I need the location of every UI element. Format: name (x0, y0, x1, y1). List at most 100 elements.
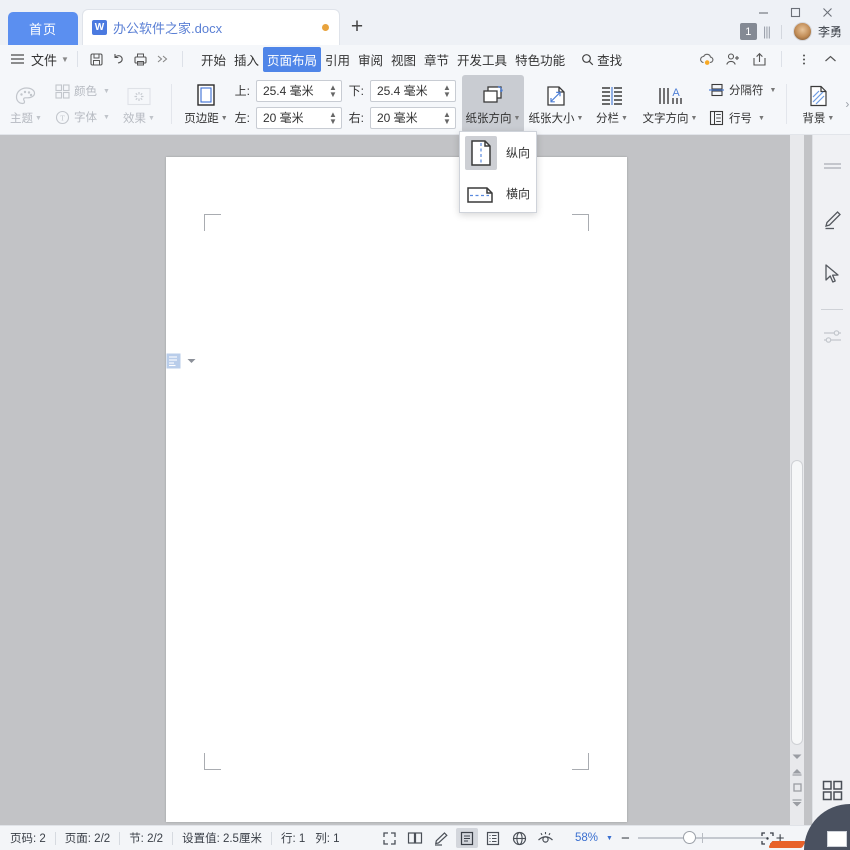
cloud-sync-icon[interactable] (695, 48, 719, 70)
ribbon-tab-insert[interactable]: 插入 (230, 47, 263, 72)
page-margin-button[interactable]: 页边距 ▼ (178, 75, 234, 133)
text-direction-button[interactable]: A 文字方向 ▼ (636, 75, 704, 133)
close-button[interactable] (812, 2, 842, 22)
select-object-icon[interactable] (792, 782, 803, 793)
avatar[interactable] (792, 22, 812, 41)
stepper-arrows-icon[interactable]: ▲ ▼ (441, 110, 455, 125)
pen-highlighter-icon[interactable] (813, 199, 850, 241)
page-view-icon[interactable] (456, 828, 478, 848)
palette-icon (14, 82, 39, 108)
chevron-down-icon[interactable]: ▼ (606, 835, 613, 842)
find-button[interactable]: 查找 (581, 50, 622, 69)
collapse-ribbon-icon[interactable] (818, 48, 842, 70)
status-page-number[interactable]: 页码: 2 (10, 830, 46, 846)
margin-left-input[interactable]: 20 毫米 ▲ ▼ (255, 106, 342, 129)
margin-top-input[interactable]: 25.4 毫米 ▲ ▼ (255, 79, 342, 102)
margin-right-input[interactable]: 20 毫米 ▲ ▼ (369, 106, 456, 129)
margin-right-value: 20 毫米 (376, 111, 418, 125)
chevron-down-icon: ▼ (147, 114, 155, 122)
more-chevrons-icon[interactable] (152, 49, 174, 69)
menu-bar: 文件 ▼ 开始 插入 页面布局 引用 审阅 视图 章节 开发工具 特色功能 查找 (0, 45, 850, 73)
next-page-icon[interactable] (791, 799, 803, 808)
background-button[interactable]: 背景 ▼ (793, 75, 843, 133)
ribbon-tab-start[interactable]: 开始 (197, 47, 230, 72)
ribbon-overflow-button[interactable]: › (845, 97, 849, 111)
ribbon-tab-features[interactable]: 特色功能 (511, 47, 569, 72)
ribbon-tab-chapter[interactable]: 章节 (420, 47, 453, 72)
paper-orientation-button[interactable]: 纸张方向 ▼ (461, 75, 524, 133)
status-column[interactable]: 列: 1 (315, 830, 339, 846)
previous-page-icon[interactable] (791, 767, 803, 776)
plus-icon: + (350, 15, 364, 38)
hamburger-menu-icon[interactable] (10, 53, 25, 65)
new-tab-button[interactable]: + (340, 9, 374, 45)
add-user-icon[interactable] (721, 48, 745, 70)
stepper-arrows-icon[interactable]: ▲ ▼ (327, 110, 341, 125)
ribbon-tab-reference[interactable]: 引用 (321, 47, 354, 72)
separator-button[interactable]: 分隔符 ▼ (704, 77, 780, 103)
fullscreen-view-icon[interactable] (378, 828, 400, 848)
effect-button[interactable]: 效果 ▼ (113, 75, 165, 133)
background-label: 背景 (802, 113, 826, 125)
zoom-slider-handle[interactable] (682, 831, 696, 844)
paste-options-control[interactable] (166, 353, 196, 369)
undo-icon[interactable] (108, 49, 130, 69)
color-button[interactable]: 颜色 ▼ (52, 78, 113, 104)
margin-bottom-input[interactable]: 25.4 毫米 ▲ ▼ (369, 79, 456, 102)
chevron-down-icon[interactable] (187, 358, 196, 364)
web-view-icon[interactable] (508, 828, 530, 848)
orientation-option-landscape[interactable]: 横向 (460, 173, 536, 214)
chevron-down-icon: ▼ (827, 114, 835, 122)
account-name[interactable]: 李勇 (818, 23, 842, 40)
tab-document[interactable]: W 办公软件之家.docx (82, 9, 340, 45)
divider (181, 51, 183, 67)
ribbon-tab-review[interactable]: 审阅 (354, 47, 387, 72)
status-setting-value[interactable]: 设置值: 2.5厘米 (182, 830, 262, 846)
zoom-out-button[interactable]: − (621, 831, 630, 846)
ribbon-tab-page-layout[interactable]: 页面布局 (262, 46, 321, 72)
scroll-down-icon[interactable] (791, 752, 803, 761)
color-label: 颜色 (74, 86, 97, 98)
zoom-slider-track[interactable] (637, 831, 768, 844)
print-icon[interactable] (130, 49, 152, 69)
status-section[interactable]: 节: 2/2 (129, 830, 163, 846)
status-row[interactable]: 行: 1 (281, 830, 305, 846)
orientation-option-portrait[interactable]: 纵向 (460, 132, 536, 173)
tab-home[interactable]: 首页 (8, 12, 78, 45)
line-number-button[interactable]: 行号 ▼ (704, 105, 780, 131)
book-view-icon[interactable] (404, 828, 426, 848)
eye-protect-icon[interactable] (534, 828, 556, 848)
outline-view-icon[interactable] (482, 828, 504, 848)
theme-button[interactable]: 主题 ▼ (0, 75, 52, 133)
cursor-select-icon[interactable] (813, 253, 850, 295)
stepper-arrows-icon[interactable]: ▲ ▼ (441, 83, 455, 98)
status-page-count[interactable]: 页面: 2/2 (65, 830, 110, 846)
edit-pen-icon[interactable] (430, 828, 452, 848)
vertical-scrollbar-thumb[interactable] (791, 460, 803, 745)
paper-size-button[interactable]: 纸张大小 ▼ (524, 75, 588, 133)
chevron-down-icon[interactable]: ▼ (61, 55, 69, 64)
ribbon-tab-developer[interactable]: 开发工具 (453, 47, 511, 72)
zoom-value[interactable]: 58% (575, 832, 598, 844)
document-page[interactable] (166, 157, 627, 822)
share-icon[interactable] (747, 48, 771, 70)
sliders-settings-icon[interactable] (813, 316, 850, 358)
wps-writer-window: 首页 W 办公软件之家.docx + 1 ||| 李勇 文件 ▼ 开始 插入 页… (0, 0, 850, 850)
stepper-arrows-icon[interactable]: ▲ ▼ (327, 83, 341, 98)
divider (119, 831, 121, 845)
theme-label: 主题 (10, 113, 34, 125)
margin-right-label: 右: (348, 111, 364, 125)
document-canvas[interactable] (0, 135, 812, 825)
search-icon (581, 53, 594, 66)
font-button[interactable]: T 字体 ▼ (52, 104, 113, 130)
save-icon[interactable] (86, 49, 108, 69)
page-count-badge[interactable]: 1 (739, 23, 757, 40)
more-vertical-icon[interactable] (792, 48, 816, 70)
columns-button[interactable]: 分栏 ▼ (588, 75, 636, 133)
page-bars-icon[interactable]: ||| (763, 24, 771, 39)
menu-lines-icon[interactable] (813, 145, 850, 187)
maximize-button[interactable] (780, 2, 810, 22)
ribbon-tab-view[interactable]: 视图 (387, 47, 420, 72)
minimize-button[interactable] (748, 2, 778, 22)
file-menu-label[interactable]: 文件 (31, 50, 57, 69)
